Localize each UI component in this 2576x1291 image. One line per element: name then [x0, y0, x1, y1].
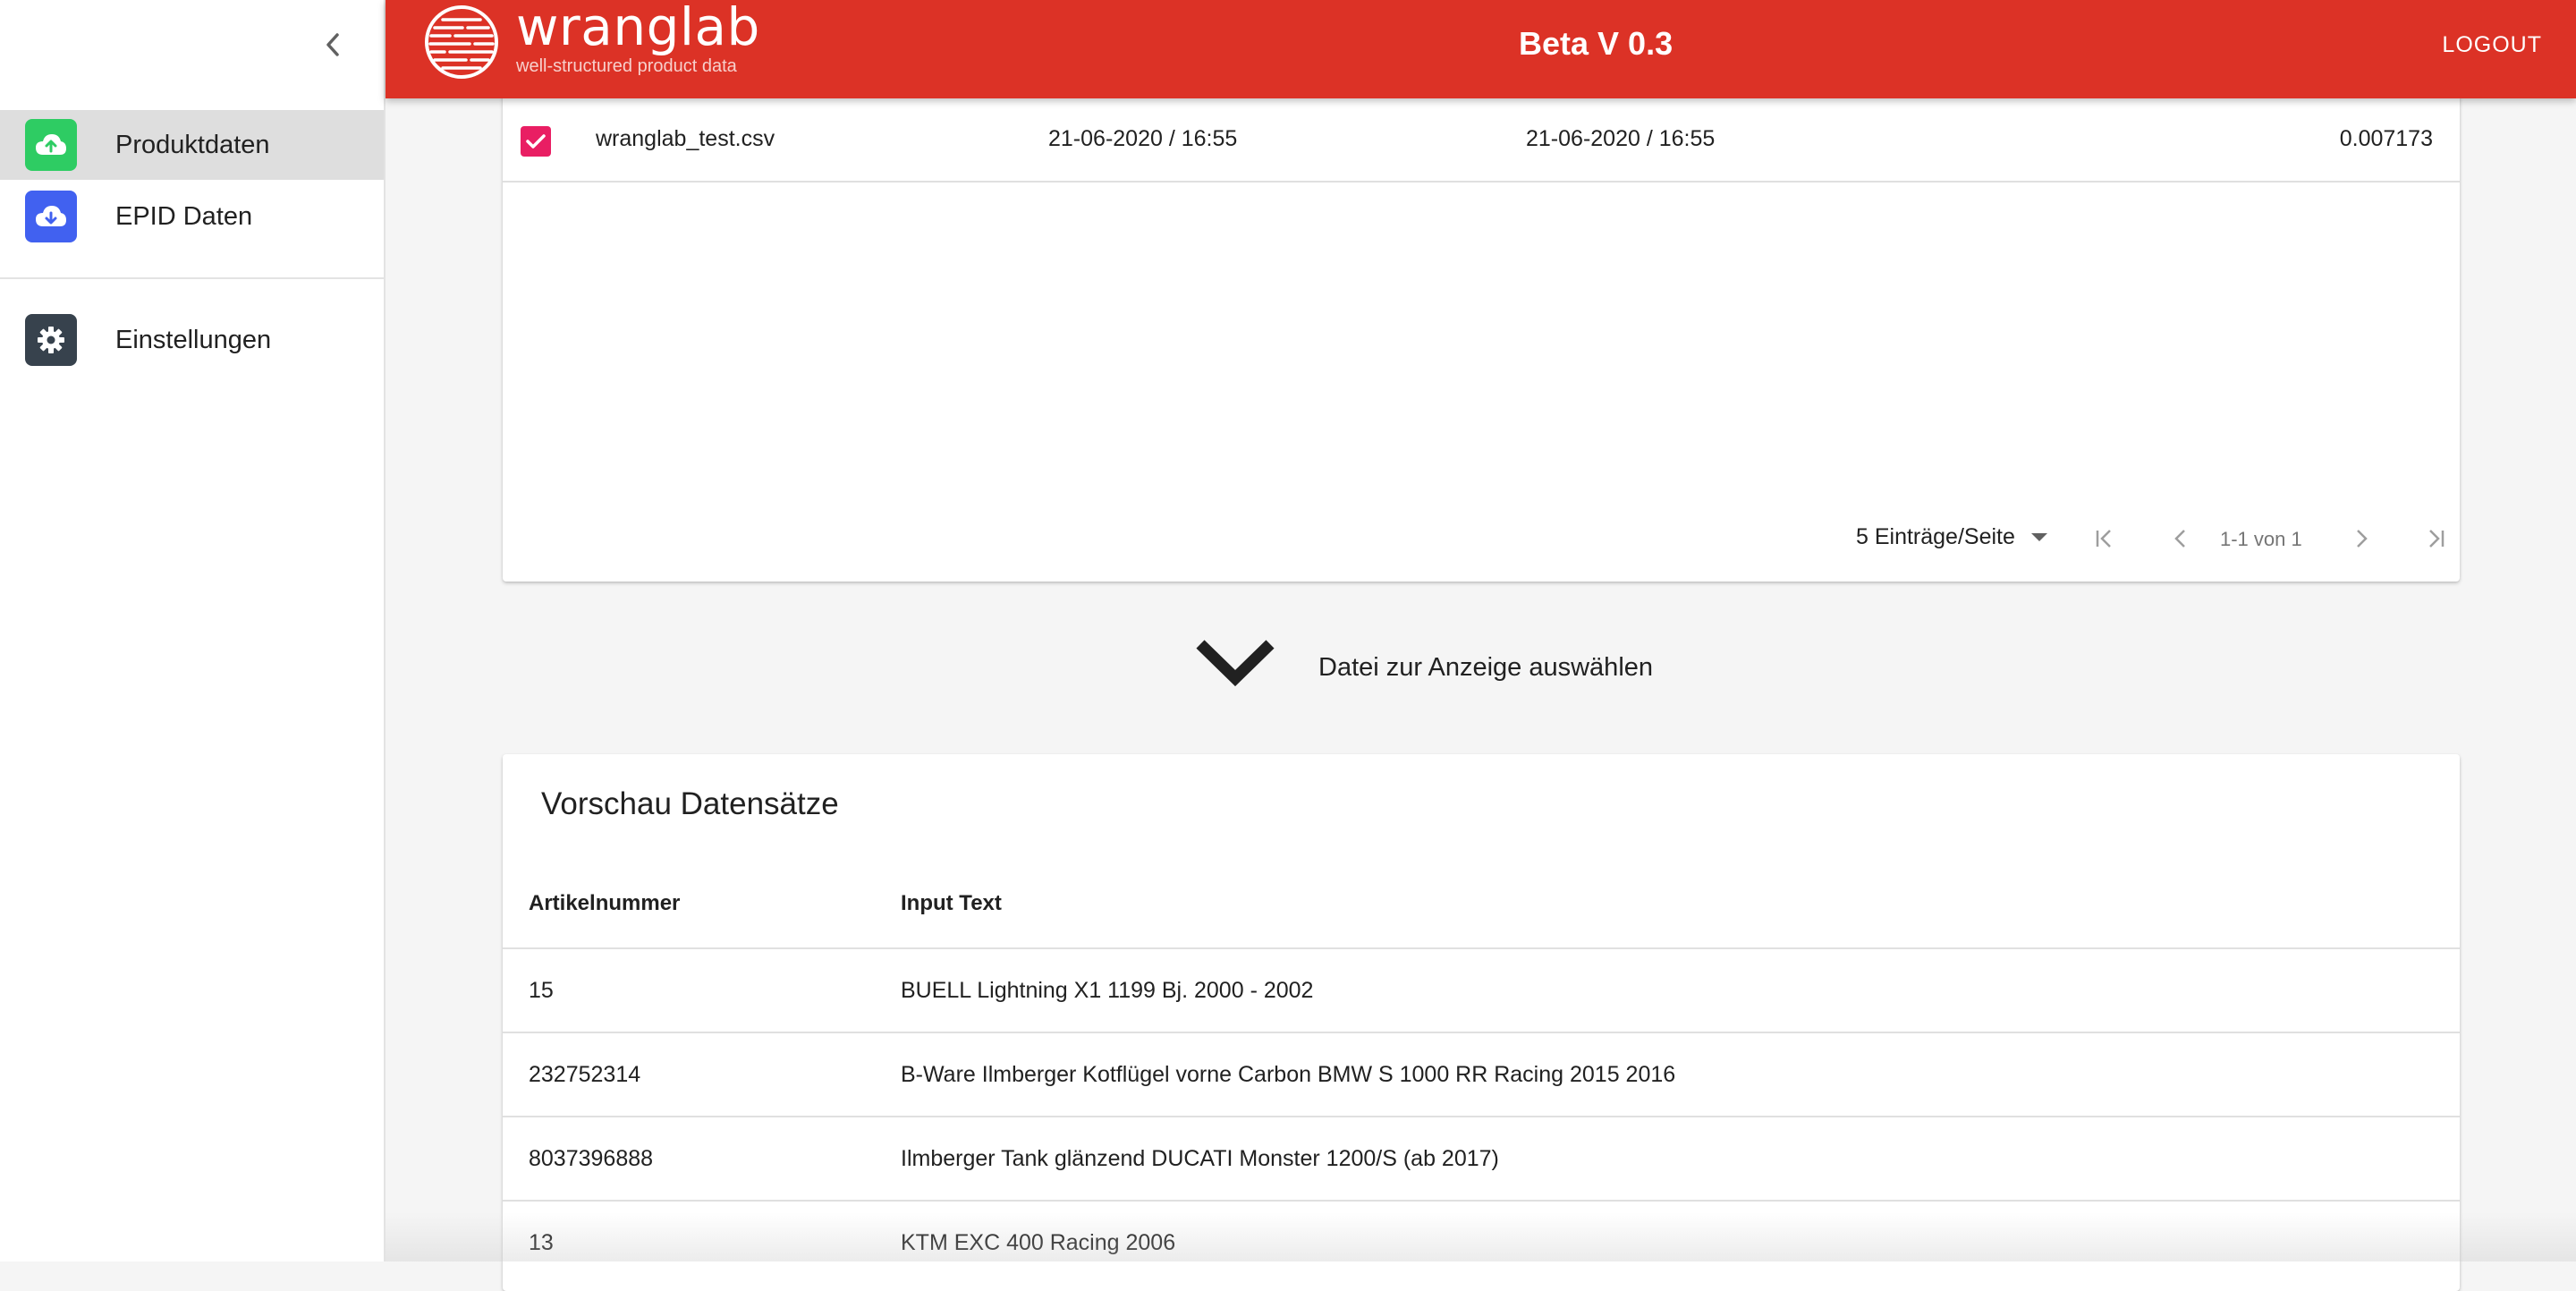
checkmark-icon — [526, 134, 546, 149]
cell-artikelnummer: 13 — [529, 1230, 554, 1255]
cloud-download-icon — [25, 191, 77, 242]
table-row: 232752314 B-Ware Ilmberger Kotflügel vor… — [503, 1033, 2460, 1117]
next-page-button[interactable] — [2343, 521, 2379, 556]
select-file-hint: Datei zur Anzeige auswählen — [1193, 635, 1730, 707]
first-page-button[interactable] — [2087, 521, 2123, 556]
chevron-left-icon — [326, 33, 339, 56]
preview-card: Vorschau Datensätze Artikelnummer Input … — [503, 754, 2460, 1291]
brand-tagline: well-structured product data — [516, 56, 737, 76]
preview-title: Vorschau Datensätze — [541, 786, 839, 821]
chevron-left-icon — [2174, 530, 2185, 548]
sidebar-item-label: EPID Daten — [115, 201, 253, 231]
cell-input-text: BUELL Lightning X1 1199 Bj. 2000 - 2002 — [901, 978, 1314, 1003]
chevron-down-icon[interactable] — [1193, 635, 1277, 691]
first-page-icon — [2096, 530, 2111, 548]
files-table-card: wranglab_test.csv 21-06-2020 / 16:55 21-… — [503, 72, 2460, 582]
cell-artikelnummer: 8037396888 — [529, 1146, 654, 1171]
chevron-right-icon — [2357, 530, 2368, 548]
cell-artikelnummer: 232752314 — [529, 1062, 641, 1087]
select-file-hint-text: Datei zur Anzeige auswählen — [1318, 653, 1654, 682]
app-header: wranglab well-structured product data Be… — [386, 0, 2576, 98]
version-label: Beta V 0.3 — [1519, 25, 1674, 62]
sidebar-item-produktdaten[interactable]: Produktdaten — [0, 110, 384, 180]
sidebar-item-label: Einstellungen — [115, 325, 272, 354]
last-page-icon — [2429, 530, 2445, 548]
table-row: 8037396888 Ilmberger Tank glänzend DUCAT… — [503, 1117, 2460, 1202]
rows-per-page-select[interactable]: 5 Einträge/Seite — [1856, 524, 2047, 550]
cell-input-text: B-Ware Ilmberger Kotflügel vorne Carbon … — [901, 1062, 1676, 1087]
caret-down-icon — [2030, 533, 2047, 541]
logout-button[interactable]: LOGOUT — [2442, 32, 2542, 58]
previous-page-button[interactable] — [2163, 521, 2199, 556]
rows-per-page-label: 5 Einträge/Seite — [1856, 524, 2015, 549]
table-row: 15 BUELL Lightning X1 1199 Bj. 2000 - 20… — [503, 949, 2460, 1033]
table-row[interactable]: wranglab_test.csv 21-06-2020 / 16:55 21-… — [503, 98, 2460, 183]
cloud-upload-icon — [25, 119, 77, 171]
wranglab-logo — [425, 5, 498, 79]
sidebar: Produktdaten EPID Daten Einstellungen — [0, 0, 386, 1261]
table-row: 13 KTM EXC 400 Racing 2006 — [503, 1202, 2460, 1286]
cell-input-text: KTM EXC 400 Racing 2006 — [901, 1230, 1176, 1255]
gear-icon — [25, 314, 77, 366]
row-checkbox[interactable] — [521, 126, 551, 157]
sidebar-item-label: Produktdaten — [115, 130, 270, 159]
cell-artikelnummer: 15 — [529, 978, 554, 1003]
last-page-button[interactable] — [2418, 521, 2453, 556]
file-size: 0.007173 — [2339, 126, 2433, 151]
column-header-artikelnummer: Artikelnummer — [529, 891, 681, 915]
file-name: wranglab_test.csv — [596, 126, 775, 151]
brand-name: wranglab — [516, 0, 760, 57]
collapse-sidebar-button[interactable] — [317, 29, 349, 61]
cell-input-text: Ilmberger Tank glänzend DUCATI Monster 1… — [901, 1146, 1499, 1171]
sidebar-item-einstellungen[interactable]: Einstellungen — [0, 305, 384, 375]
column-header-input-text: Input Text — [901, 891, 1002, 915]
page-range: 1-1 von 1 — [2220, 528, 2302, 550]
sidebar-item-epid-daten[interactable]: EPID Daten — [0, 182, 384, 251]
file-created: 21-06-2020 / 16:55 — [1048, 126, 1238, 151]
file-modified: 21-06-2020 / 16:55 — [1526, 126, 1716, 151]
pagination: 5 Einträge/Seite 1-1 von 1 — [503, 521, 2460, 560]
sidebar-divider — [0, 277, 384, 279]
